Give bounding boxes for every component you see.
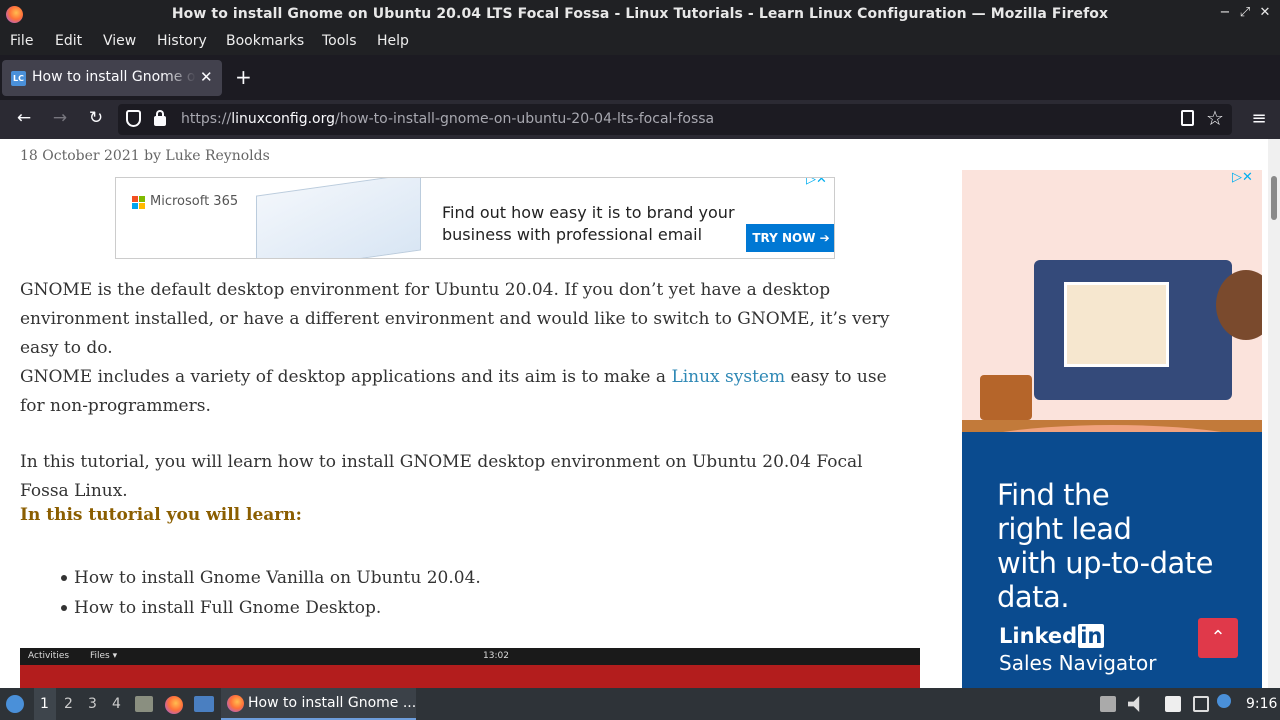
new-tab-button[interactable]: + xyxy=(235,65,252,89)
microsoft-logo-icon xyxy=(132,196,145,209)
paragraph-2-text: GNOME includes a variety of desktop appl… xyxy=(20,367,672,387)
terminal-icon[interactable] xyxy=(194,696,214,712)
volume-icon[interactable] xyxy=(1128,696,1140,712)
window-titlebar: How to install Gnome on Ubuntu 20.04 LTS… xyxy=(0,0,1280,30)
url-domain: linuxconfig.org xyxy=(231,111,336,127)
taskbar-window-label: How to install Gnome ... xyxy=(248,695,417,711)
tab-strip: LC How to install Gnome on Ubuntu 20.04 … xyxy=(0,55,1280,100)
ad-try-now-button[interactable]: TRY NOW ➔ xyxy=(746,224,834,252)
linkedin-in-icon: in xyxy=(1078,624,1105,648)
screenshot-topbar: Activities Files ▾ 13:02 xyxy=(20,648,920,665)
ad-brand: Microsoft 365 xyxy=(150,194,239,209)
linux-system-link[interactable]: Linux system xyxy=(671,367,785,387)
lock-icon[interactable] xyxy=(154,110,166,126)
address-bar[interactable]: https://linuxconfig.org/how-to-install-g… xyxy=(118,104,1232,135)
url-path: /how-to-install-gnome-on-ubuntu-20-04-lt… xyxy=(335,111,715,127)
menu-view[interactable]: View xyxy=(103,33,136,49)
ad-headline: Find out how easy it is to brand your bus… xyxy=(442,202,735,246)
adchoices-icon[interactable]: ▷✕ xyxy=(1232,170,1253,185)
article-byline: 18 October 2021 by Luke Reynolds xyxy=(20,148,270,164)
screenshot-activities: Activities xyxy=(28,651,70,661)
linkedin-logo-text: Linked xyxy=(999,624,1078,648)
app-menu-button[interactable]: ≡ xyxy=(1248,108,1270,129)
clipboard-icon[interactable] xyxy=(1165,696,1181,712)
firefox-window-icon xyxy=(227,695,244,712)
linkedin-logo: Linked in xyxy=(999,624,1105,648)
url-text[interactable]: https://linuxconfig.org/how-to-install-g… xyxy=(181,111,714,127)
page-content: 18 October 2021 by Luke Reynolds Microso… xyxy=(0,139,1280,688)
tab-label: How to install Gnome on Ubuntu 20.04 LTS… xyxy=(32,69,196,85)
firefox-launcher-icon[interactable] xyxy=(165,696,183,714)
site-favicon-icon: LC xyxy=(11,71,26,86)
tab-close-icon[interactable]: ✕ xyxy=(200,68,213,86)
list-item: How to install Gnome Vanilla on Ubuntu 2… xyxy=(61,563,481,593)
ad-headline-line1: Find the xyxy=(997,478,1110,512)
notification-icon[interactable] xyxy=(1217,694,1231,708)
tab-active[interactable]: LC How to install Gnome on Ubuntu 20.04 … xyxy=(2,60,222,96)
reader-view-icon[interactable] xyxy=(1181,110,1194,126)
banner-ad-microsoft[interactable]: Microsoft 365 Find out how easy it is to… xyxy=(115,177,835,259)
ad-headline: Find the right lead with up-to-date data… xyxy=(997,478,1214,614)
menu-tools[interactable]: Tools xyxy=(322,33,357,49)
workspace-3[interactable]: 3 xyxy=(88,696,97,712)
menu-file[interactable]: File xyxy=(10,33,33,49)
ad-illustration xyxy=(962,170,1262,450)
display-icon[interactable] xyxy=(1193,696,1209,712)
learn-list: How to install Gnome Vanilla on Ubuntu 2… xyxy=(61,563,481,623)
menu-edit[interactable]: Edit xyxy=(55,33,82,49)
file-manager-icon[interactable] xyxy=(135,696,153,712)
screenshot-files: Files ▾ xyxy=(90,651,118,661)
maximize-button[interactable]: ⤢ xyxy=(1237,5,1253,20)
screenshot-clock: 13:02 xyxy=(483,651,509,661)
close-window-button[interactable]: ✕ xyxy=(1257,5,1273,20)
adchoices-icon[interactable]: ▷✕ xyxy=(806,178,827,187)
scrollbar-thumb[interactable] xyxy=(1271,176,1277,220)
taskbar-window-button[interactable]: How to install Gnome ... xyxy=(221,688,416,720)
forward-button[interactable]: → xyxy=(49,108,71,128)
ad-headline-line2: right lead xyxy=(997,512,1132,546)
ad-screen-image xyxy=(1064,282,1169,367)
list-item: How to install Full Gnome Desktop. xyxy=(61,593,481,623)
url-prefix: https:// xyxy=(181,111,232,127)
menu-history[interactable]: History xyxy=(157,33,207,49)
minimize-button[interactable]: − xyxy=(1217,5,1233,20)
ad-product-image xyxy=(256,178,421,258)
menu-help[interactable]: Help xyxy=(377,33,409,49)
workspace-1[interactable]: 1 xyxy=(40,696,49,712)
bookmark-star-icon[interactable]: ☆ xyxy=(1206,106,1224,130)
ad-headline-line3: with up-to-date xyxy=(997,546,1214,580)
back-button[interactable]: ← xyxy=(13,108,35,128)
ad-monitor-image xyxy=(1034,260,1232,400)
sidebar-ad-linkedin[interactable]: Find the right lead with up-to-date data… xyxy=(962,170,1262,688)
ad-product-name: Sales Navigator xyxy=(999,651,1157,675)
ad-box-image xyxy=(980,375,1032,420)
workspace-4[interactable]: 4 xyxy=(112,696,121,712)
menu-bar: File Edit View History Bookmarks Tools H… xyxy=(0,30,1280,55)
learn-heading: In this tutorial you will learn: xyxy=(20,505,302,525)
paragraph-1: GNOME is the default desktop environment… xyxy=(20,280,890,358)
ad-headline-line2: business with professional email xyxy=(442,225,703,244)
ad-headline-line1: Find out how easy it is to brand your xyxy=(442,203,735,222)
article-screenshot: Activities Files ▾ 13:02 xyxy=(20,648,920,688)
taskbar-clock[interactable]: 9:16 xyxy=(1246,696,1277,712)
tracking-protection-shield-icon[interactable] xyxy=(126,110,141,127)
app-launcher-icon[interactable] xyxy=(6,695,24,713)
navigation-toolbar: ← → ↻ https://linuxconfig.org/how-to-ins… xyxy=(0,100,1280,139)
paragraph-3: In this tutorial, you will learn how to … xyxy=(20,452,863,501)
workspace-2[interactable]: 2 xyxy=(64,696,73,712)
window-title: How to install Gnome on Ubuntu 20.04 LTS… xyxy=(171,6,1109,22)
taskbar: 1 2 3 4 How to install Gnome ... 9:16 xyxy=(0,688,1280,720)
removable-drive-icon[interactable] xyxy=(1100,696,1116,712)
reload-button[interactable]: ↻ xyxy=(85,108,107,128)
page-scrollbar[interactable] xyxy=(1268,139,1280,688)
ad-headline-line4: data. xyxy=(997,580,1070,614)
menu-bookmarks[interactable]: Bookmarks xyxy=(226,33,304,49)
scroll-to-top-button[interactable]: ⌃ xyxy=(1198,618,1238,658)
paragraph-2: GNOME includes a variety of desktop appl… xyxy=(20,363,900,421)
